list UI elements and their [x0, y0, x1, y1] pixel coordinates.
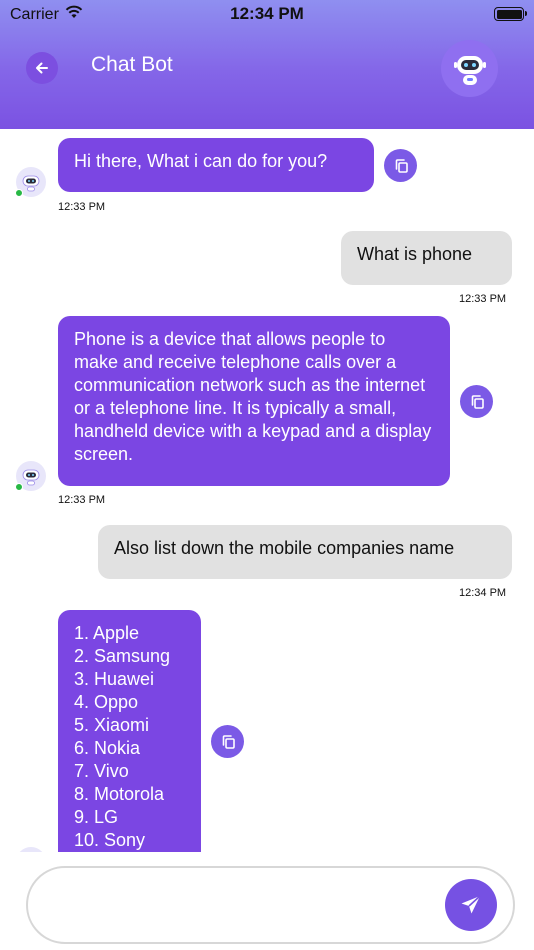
- list-item: 8. Motorola: [74, 784, 165, 804]
- message-time: 12:34 PM: [459, 587, 507, 599]
- copy-icon: [222, 734, 235, 749]
- copy-button[interactable]: [460, 385, 493, 418]
- user-message: Also list down the mobile companies name: [98, 525, 512, 579]
- message-time: 12:33 PM: [58, 201, 106, 213]
- arrow-left-icon: [36, 62, 48, 74]
- online-indicator: [15, 483, 23, 491]
- status-bar: Carrier 12:34 PM: [0, 0, 534, 30]
- app-header: Carrier 12:34 PM Chat Bot: [0, 0, 534, 129]
- send-icon: [461, 895, 481, 914]
- chat-thread[interactable]: Hi there, What i can do for you? 12:33 P…: [0, 129, 534, 852]
- back-button[interactable]: [26, 52, 58, 84]
- robot-icon: [22, 469, 40, 486]
- message-time: 12:33 PM: [58, 494, 106, 506]
- battery-icon: [494, 7, 527, 21]
- bot-avatar: [15, 461, 46, 491]
- user-message: What is phone: [341, 231, 512, 285]
- message-input[interactable]: [52, 888, 432, 922]
- list-item: 7. Vivo: [74, 761, 129, 781]
- list-item: 6. Nokia: [74, 738, 141, 758]
- copy-icon: [471, 394, 484, 409]
- send-button[interactable]: [445, 879, 497, 931]
- bot-avatar: [15, 167, 46, 197]
- status-time: 12:34 PM: [230, 4, 304, 23]
- list-item: 9. LG: [74, 807, 119, 827]
- bot-avatar: [441, 40, 498, 97]
- bot-message: Phone is a device that allows people to …: [58, 316, 450, 486]
- list-item: 3. Huawei: [74, 669, 155, 689]
- copy-button[interactable]: [211, 725, 244, 758]
- message-composer: [26, 866, 515, 944]
- bot-message: 1. Apple 2. Samsung 3. Huawei 4. Oppo 5.…: [58, 610, 201, 852]
- list-item: 10. Sony: [74, 830, 146, 850]
- list-item: 5. Xiaomi: [74, 715, 150, 735]
- copy-button[interactable]: [384, 149, 417, 182]
- company-list: 1. Apple 2. Samsung 3. Huawei 4. Oppo 5.…: [74, 622, 185, 852]
- list-item: 2. Samsung: [74, 646, 171, 666]
- robot-icon: [22, 175, 40, 192]
- bot-message: Hi there, What i can do for you?: [58, 138, 374, 192]
- copy-icon: [395, 158, 408, 173]
- online-indicator: [15, 189, 23, 197]
- list-item: 4. Oppo: [74, 692, 139, 712]
- message-time: 12:33 PM: [459, 293, 507, 305]
- page-title: Chat Bot: [91, 53, 173, 76]
- list-item: 1. Apple: [74, 623, 140, 643]
- bot-avatar: [16, 847, 46, 852]
- robot-icon: [453, 55, 486, 85]
